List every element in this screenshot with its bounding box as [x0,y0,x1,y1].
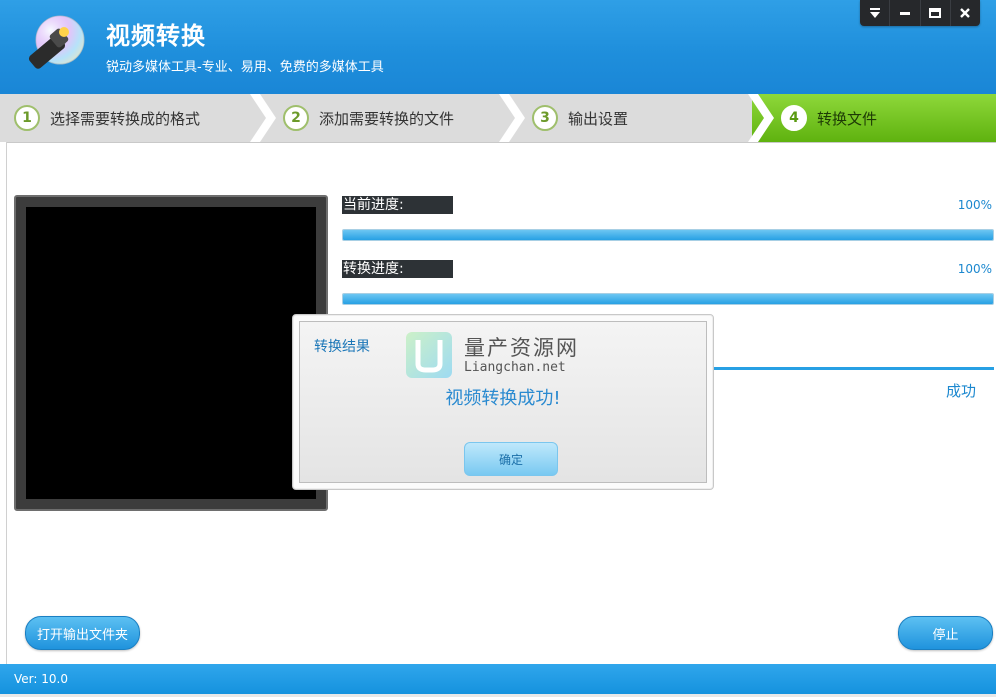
overall-progress-percent: 100% [957,262,992,276]
step-number: 4 [781,105,807,131]
video-preview-screen [26,207,316,499]
app-subtitle: 锐动多媒体工具-专业、易用、免费的多媒体工具 [106,60,384,75]
status-text: 成功 [946,382,977,400]
open-output-folder-button[interactable]: 打开输出文件夹 [25,616,140,650]
ok-button[interactable]: 确定 [464,442,558,476]
minimize-icon [899,12,910,15]
left-edge-divider [0,142,7,664]
result-dialog-body: 转换结果 量产资源网 Liangchan.net 视频转换成功! 确定 [299,321,707,483]
menu-dropdown-button[interactable] [860,0,891,26]
watermark-text-cn: 量产资源网 [464,336,579,360]
status-bar: Ver: 10.0 [0,664,996,694]
version-label: Ver: 10.0 [14,672,68,686]
app-logo-icon [28,15,85,69]
step-3[interactable]: 3 输出设置 [532,94,628,142]
close-button[interactable] [951,0,980,26]
stop-button[interactable]: 停止 [898,616,993,650]
close-icon [960,8,971,18]
current-progress-fill [343,230,993,240]
watermark-text-en: Liangchan.net [464,360,566,375]
step-label: 输出设置 [568,109,629,128]
watermark: 量产资源网 Liangchan.net [404,330,614,382]
step-number: 1 [14,105,40,131]
chevron-right-icon [748,94,774,142]
chevron-right-icon [250,94,276,142]
step-label: 选择需要转换成的格式 [50,109,201,128]
step-label: 添加需要转换的文件 [319,109,455,128]
window-controls [860,0,980,26]
menu-dropdown-icon [869,8,880,18]
current-progress-label: 当前进度: [342,196,453,214]
maximize-button[interactable] [921,0,951,26]
step-1[interactable]: 1 选择需要转换成的格式 [14,94,200,142]
minimize-button[interactable] [890,0,921,26]
chevron-right-icon [499,94,525,142]
overall-progress-fill [343,294,993,304]
dialog-title: 转换结果 [314,339,370,355]
step-number: 2 [283,105,309,131]
overall-progress-label: 转换进度: [342,260,453,278]
step-number: 3 [532,105,558,131]
maximize-icon [929,8,942,18]
status-progress-line [712,367,994,370]
current-progress-percent: 100% [957,198,992,212]
result-dialog: 转换结果 量产资源网 Liangchan.net 视频转换成功! 确定 [292,314,714,490]
video-preview [14,195,328,511]
title-bar: 视频转换 锐动多媒体工具-专业、易用、免费的多媒体工具 [0,0,996,94]
step-label: 转换文件 [817,109,878,128]
current-progress-bar [342,229,994,241]
dialog-message: 视频转换成功! [445,388,561,409]
steps-bar: 1 选择需要转换成的格式 2 添加需要转换的文件 3 输出设置 4 转换文件 [0,94,996,143]
watermark-logo-icon [406,332,452,378]
step-4[interactable]: 4 转换文件 [781,94,877,142]
overall-progress-bar [342,293,994,305]
step-2[interactable]: 2 添加需要转换的文件 [283,94,454,142]
app-title: 视频转换 [106,22,206,50]
